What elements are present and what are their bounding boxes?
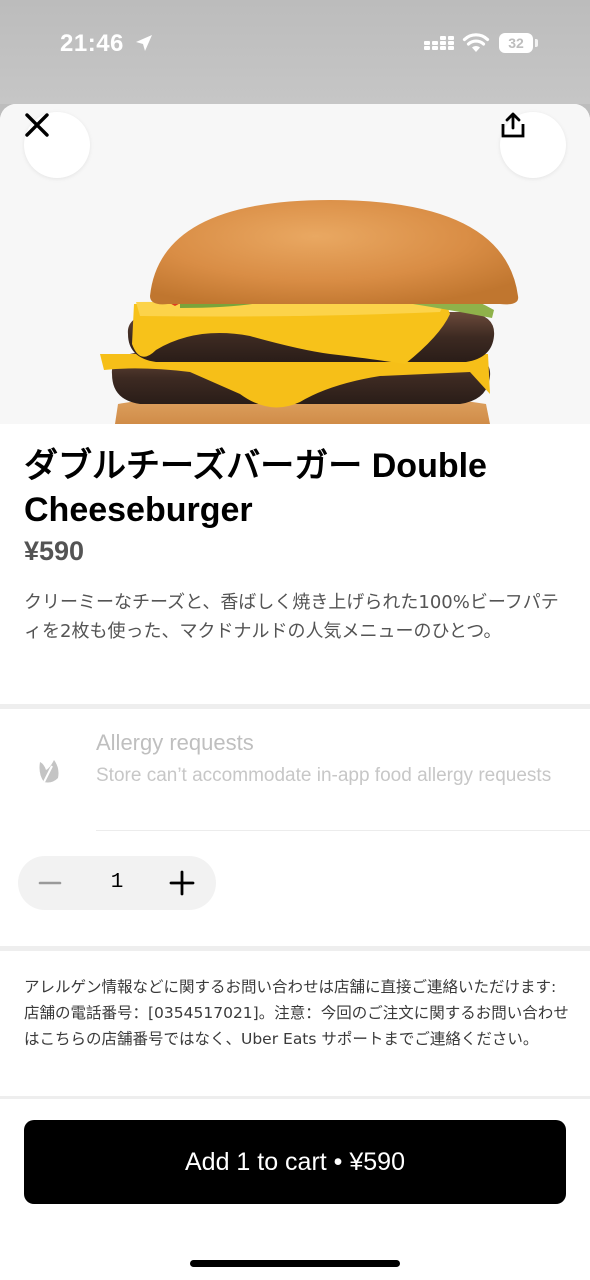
status-time: 21:46 [60,30,124,57]
plus-icon[interactable] [168,869,196,897]
product-image [0,104,590,424]
battery-cap [535,39,538,47]
allergy-divider [96,830,590,831]
cellular-signal-icon [424,36,454,50]
add-to-cart-button[interactable]: Add 1 to cart • ¥590 [24,1120,566,1204]
share-button[interactable] [500,112,566,178]
section-divider [0,946,590,951]
item-description: クリーミーなチーズと、香ばしく焼き上げられた100%ビーフパティを2枚も使った、… [24,592,559,642]
allergy-requests-title: Allergy requests [96,730,254,755]
battery-icon: 32 [499,33,533,53]
quantity-stepper: 1 [18,856,216,910]
minus-icon[interactable] [36,869,64,897]
wifi-icon [462,33,490,52]
home-indicator [190,1260,400,1267]
item-detail-sheet: ダブルチーズバーガー Double Cheeseburger ¥590 クリーミ… [0,104,590,1280]
item-price: ¥590 [24,536,85,566]
quantity-value: 1 [110,871,124,894]
status-bar: 21:46 32 [0,0,590,104]
close-button[interactable] [24,112,90,178]
section-divider [0,1096,590,1099]
allergen-contact-notice: アレルゲン情報などに関するお問い合わせは店舗に直接ご連絡いただけます: 店舗の電… [24,978,569,1048]
item-title: ダブルチーズバーガー Double Cheeseburger [24,447,487,529]
battery-level: 32 [508,35,524,51]
section-divider [0,704,590,709]
close-icon [25,113,49,137]
allergy-requests-subtitle: Store can’t accommodate in-app food alle… [96,765,552,786]
share-icon [501,112,525,138]
location-arrow-icon [136,35,152,51]
allergy-leaf-icon [39,760,59,783]
